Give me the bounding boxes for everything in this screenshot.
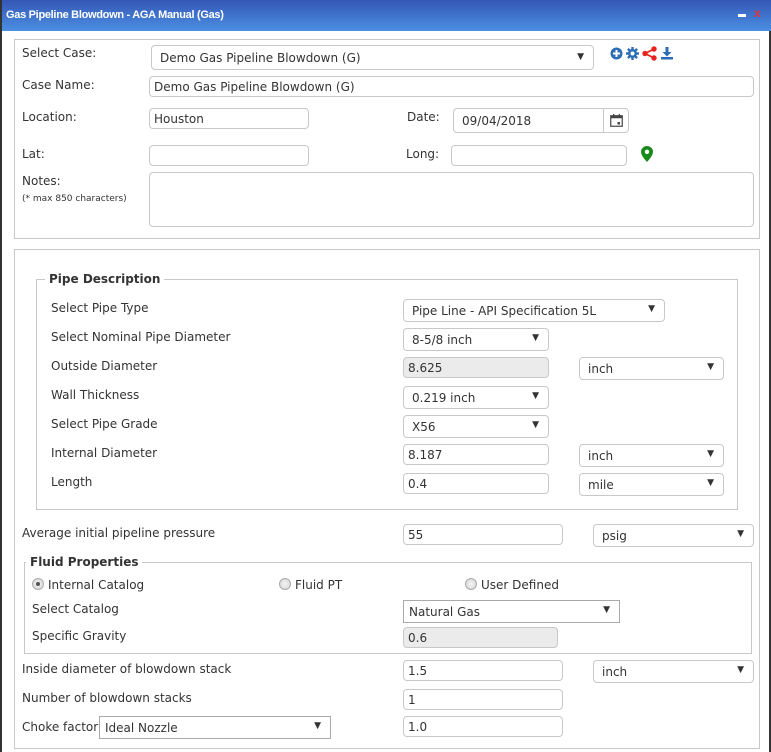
pipe-grade-select[interactable]: X56 ▼: [403, 415, 549, 438]
title-bar[interactable]: Gas Pipeline Blowdown - AGA Manual (Gas)…: [2, 0, 771, 31]
pipe-type-label: Select Pipe Type: [51, 301, 149, 315]
pressure-input[interactable]: 55: [403, 524, 563, 545]
notes-hint: (* max 850 characters): [22, 194, 127, 204]
gear-icon[interactable]: [626, 47, 639, 60]
dialog-window: Gas Pipeline Blowdown - AGA Manual (Gas)…: [0, 0, 771, 752]
choke-factor-label: Choke factor: [22, 720, 99, 734]
pipe-grade-label: Select Pipe Grade: [51, 417, 158, 431]
choke-factor-input[interactable]: 1.0: [403, 716, 563, 737]
wall-thickness-label: Wall Thickness: [51, 388, 140, 402]
chevron-down-icon: ▼: [648, 304, 655, 314]
pressure-unit-select[interactable]: psig ▼: [593, 524, 754, 547]
wall-thickness-select[interactable]: 0.219 inch ▼: [403, 386, 549, 409]
fluid-properties-legend: Fluid Properties: [26, 555, 143, 569]
pressure-unit-value: psig: [602, 529, 627, 543]
download-icon[interactable]: [660, 46, 674, 60]
internal-diameter-unit-value: inch: [588, 449, 614, 463]
minimize-icon[interactable]: [738, 14, 746, 17]
select-case-value: Demo Gas Pipeline Blowdown (G): [160, 51, 361, 65]
chevron-down-icon: ▼: [737, 529, 744, 539]
user-defined-label[interactable]: User Defined: [481, 578, 559, 592]
outside-diameter-unit-value: inch: [588, 362, 614, 376]
stack-diameter-unit-value: inch: [602, 665, 628, 679]
pipe-description-legend: Pipe Description: [45, 272, 165, 286]
chevron-down-icon: ▼: [707, 478, 714, 488]
wall-thickness-value: 0.219 inch: [412, 391, 476, 405]
nominal-diameter-value: 8-5/8 inch: [412, 333, 473, 347]
internal-diameter-input[interactable]: 8.187: [403, 444, 549, 465]
user-defined-radio[interactable]: [465, 578, 477, 590]
calendar-icon: [610, 114, 623, 127]
long-input[interactable]: [451, 145, 627, 166]
catalog-value: Natural Gas: [409, 605, 480, 619]
nominal-diameter-label: Select Nominal Pipe Diameter: [51, 330, 231, 344]
long-label: Long:: [406, 147, 440, 161]
date-picker-button[interactable]: [603, 109, 628, 132]
window-title: Gas Pipeline Blowdown - AGA Manual (Gas): [6, 9, 224, 21]
stack-diameter-input[interactable]: 1.5: [403, 660, 563, 681]
catalog-select[interactable]: Natural Gas ▼: [403, 600, 620, 623]
case-name-label: Case Name:: [22, 78, 95, 92]
chevron-down-icon: ▼: [532, 333, 539, 343]
length-unit-select[interactable]: mile ▼: [579, 473, 724, 496]
select-case-dropdown[interactable]: Demo Gas Pipeline Blowdown (G) ▼: [151, 45, 594, 70]
fluid-properties-fieldset: [24, 562, 752, 654]
notes-textarea[interactable]: [149, 172, 754, 227]
location-input[interactable]: Houston: [149, 108, 309, 129]
lat-label: Lat:: [22, 147, 45, 161]
internal-catalog-label[interactable]: Internal Catalog: [48, 578, 144, 592]
choke-type-select[interactable]: Ideal Nozzle ▼: [99, 716, 331, 739]
chevron-down-icon: ▼: [603, 605, 610, 615]
specific-gravity-label: Specific Gravity: [32, 629, 127, 643]
date-value: 09/04/2018: [462, 114, 532, 128]
add-circle-icon[interactable]: [610, 47, 623, 60]
internal-catalog-radio[interactable]: [32, 578, 44, 590]
select-catalog-label: Select Catalog: [32, 602, 119, 616]
map-pin-icon[interactable]: [641, 146, 653, 162]
close-icon[interactable]: x: [754, 6, 761, 20]
location-label: Location:: [22, 110, 77, 124]
length-input[interactable]: 0.4: [403, 473, 549, 494]
chevron-down-icon: ▼: [532, 420, 539, 430]
stack-diameter-label: Inside diameter of blowdown stack: [22, 662, 232, 676]
case-name-input[interactable]: Demo Gas Pipeline Blowdown (G): [149, 76, 754, 97]
length-label: Length: [51, 475, 93, 489]
pipe-type-select[interactable]: Pipe Line - API Specification 5L ▼: [403, 299, 665, 322]
internal-diameter-label: Internal Diameter: [51, 446, 158, 460]
chevron-down-icon: ▼: [707, 362, 714, 372]
pipe-grade-value: X56: [412, 420, 436, 434]
choke-type-value: Ideal Nozzle: [105, 721, 178, 735]
select-case-label: Select Case:: [22, 46, 97, 60]
outside-diameter-label: Outside Diameter: [51, 359, 158, 373]
fluid-pt-radio[interactable]: [279, 578, 291, 590]
notes-label: Notes:: [22, 174, 61, 188]
date-label: Date:: [407, 110, 440, 124]
chevron-down-icon: ▼: [314, 721, 321, 731]
pipe-type-value: Pipe Line - API Specification 5L: [412, 304, 597, 318]
stack-diameter-unit-select[interactable]: inch ▼: [593, 660, 754, 683]
fluid-pt-label[interactable]: Fluid PT: [295, 578, 342, 592]
stack-count-input[interactable]: 1: [403, 689, 563, 710]
pressure-label: Average initial pipeline pressure: [22, 526, 216, 540]
chevron-down-icon: ▼: [737, 665, 744, 675]
nominal-diameter-select[interactable]: 8-5/8 inch ▼: [403, 328, 549, 351]
outside-diameter-input: 8.625: [403, 357, 549, 378]
specific-gravity-input: 0.6: [403, 627, 558, 648]
internal-diameter-unit-select[interactable]: inch ▼: [579, 444, 724, 467]
chevron-down-icon: ▼: [577, 52, 584, 62]
chevron-down-icon: ▼: [532, 391, 539, 401]
length-unit-value: mile: [588, 478, 614, 492]
share-icon[interactable]: [642, 46, 657, 61]
lat-input[interactable]: [149, 145, 309, 166]
stack-count-label: Number of blowdown stacks: [22, 691, 192, 705]
outside-diameter-unit-select[interactable]: inch ▼: [579, 357, 724, 380]
chevron-down-icon: ▼: [707, 449, 714, 459]
